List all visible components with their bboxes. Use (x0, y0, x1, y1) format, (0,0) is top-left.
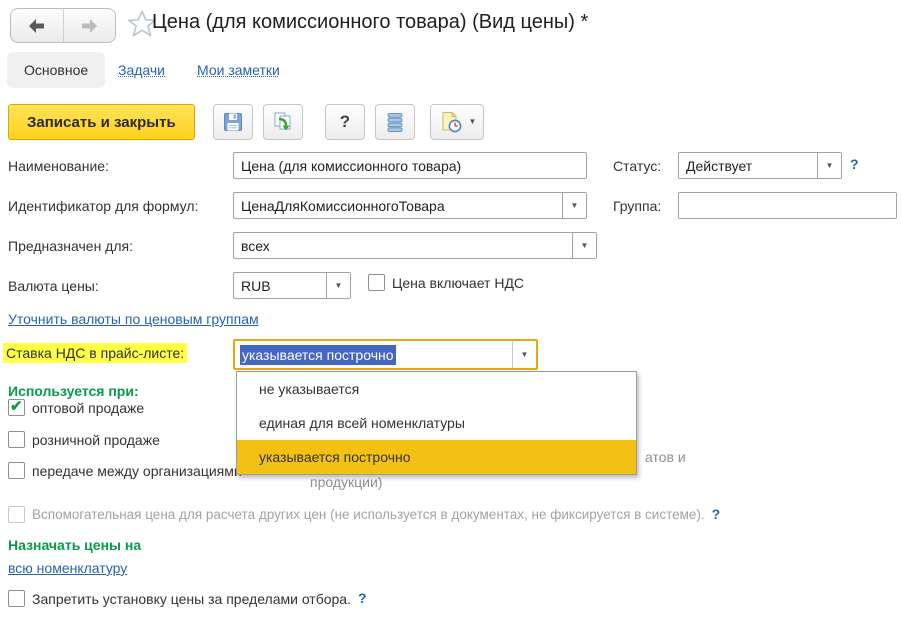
restrict-price-checkbox[interactable] (8, 590, 25, 607)
status-value: Действует (679, 158, 817, 174)
transfer-checkbox[interactable] (8, 462, 25, 479)
vat-rate-dropdown-button[interactable]: ▼ (512, 341, 536, 368)
chevron-down-icon: ▼ (571, 202, 579, 210)
chevron-down-icon: ▼ (335, 282, 343, 290)
history-icon (438, 110, 464, 134)
dropdown-option[interactable]: не указывается (237, 372, 636, 406)
refine-currencies-link[interactable]: Уточнить валюты по ценовым группам (8, 311, 259, 327)
transfer-label: передаче между организациями (32, 463, 242, 479)
wholesale-checkbox[interactable] (8, 399, 25, 416)
page-title: Цена (для комиссионного товара) (Вид цен… (152, 11, 588, 34)
document-arrow-icon (271, 110, 295, 134)
used-for-item-retail: розничной продаже (8, 431, 160, 448)
status-select[interactable]: Действует ▼ (678, 152, 842, 179)
currency-select[interactable]: RUB ▼ (233, 272, 351, 299)
intended-for-dropdown-button[interactable]: ▼ (572, 233, 596, 258)
group-label: Группа: (613, 198, 661, 214)
dropdown-option[interactable]: единая для всей номенклатуры (237, 406, 636, 440)
vat-included-row: Цена включает НДС (368, 274, 524, 291)
save-icon (221, 110, 245, 134)
back-arrow-icon (27, 19, 47, 33)
registers-button[interactable] (375, 104, 415, 140)
currency-dropdown-button[interactable]: ▼ (326, 273, 350, 298)
nav-button-group (10, 8, 116, 43)
identifier-value: ЦенаДляКомиссионногоТовара (234, 198, 562, 214)
wholesale-label: оптовой продаже (32, 400, 144, 416)
save-button[interactable] (213, 104, 253, 140)
tab-tasks[interactable]: Задачи (118, 62, 165, 78)
vat-rate-select[interactable]: указывается построчно ▼ (233, 339, 538, 370)
chevron-down-icon: ▼ (581, 242, 589, 250)
used-for-heading: Используется при: (8, 383, 139, 399)
auxiliary-price-checkbox[interactable] (8, 506, 25, 523)
forward-button[interactable] (64, 9, 116, 42)
auxiliary-price-label: Вспомогательная цена для расчета других … (32, 507, 705, 522)
tab-my-notes[interactable]: Мои заметки (197, 62, 280, 78)
forward-arrow-icon (79, 19, 99, 33)
name-label: Наименование: (8, 158, 109, 174)
chevron-down-icon: ▼ (826, 162, 834, 170)
restrict-price-row: Запретить установку цены за пределами от… (8, 590, 367, 607)
vat-included-checkbox[interactable] (368, 274, 385, 291)
currency-label: Валюта цены: (8, 278, 99, 294)
identifier-label: Идентификатор для формул: (8, 198, 198, 214)
auxiliary-price-row: Вспомогательная цена для расчета других … (8, 506, 720, 523)
used-for-item-wholesale: оптовой продаже (8, 399, 144, 416)
intended-for-label: Предназначен для: (8, 238, 133, 254)
restrict-price-label: Запретить установку цены за пределами от… (32, 591, 351, 607)
status-help-link[interactable]: ? (850, 156, 859, 172)
intended-for-value: всех (234, 238, 572, 254)
status-label: Статус: (613, 158, 661, 174)
price-kind-form-window: Цена (для комиссионного товара) (Вид цен… (0, 0, 901, 622)
identifier-dropdown-button[interactable]: ▼ (562, 193, 586, 218)
identifier-input[interactable]: ЦенаДляКомиссионногоТовара ▼ (233, 192, 587, 219)
name-input[interactable]: Цена (для комиссионного товара) (233, 152, 587, 179)
dropdown-option[interactable]: указывается построчно (237, 440, 636, 474)
vat-included-label: Цена включает НДС (392, 275, 524, 291)
post-document-button[interactable] (263, 104, 303, 140)
currency-value: RUB (234, 278, 326, 294)
back-button[interactable] (11, 9, 64, 42)
all-nomenclature-link[interactable]: всю номенклатуру (8, 560, 127, 576)
tab-main[interactable]: Основное (7, 52, 105, 88)
intended-for-select[interactable]: всех ▼ (233, 232, 597, 259)
help-icon: ? (340, 112, 350, 132)
retail-label: розничной продаже (32, 432, 160, 448)
stack-icon (383, 110, 407, 134)
group-input[interactable] (678, 192, 897, 219)
vat-rate-label: Ставка НДС в прайс-листе: (3, 343, 187, 363)
clipped-text-fragment: продукции) (310, 474, 382, 490)
status-dropdown-button[interactable]: ▼ (817, 153, 841, 178)
history-menu-button[interactable]: ▼ (430, 104, 484, 140)
save-and-close-button[interactable]: Записать и закрыть (8, 104, 195, 140)
restrict-price-help-link[interactable]: ? (358, 590, 367, 606)
clipped-text-fragment: атов и (645, 449, 686, 465)
help-button[interactable]: ? (325, 104, 365, 140)
used-for-item-transfer: передаче между организациями (8, 462, 242, 479)
chevron-down-icon: ▼ (521, 351, 529, 359)
vat-rate-dropdown-list: не указывается единая для всей номенклат… (236, 371, 637, 475)
chevron-down-icon: ▼ (469, 118, 477, 126)
auxiliary-price-help-link[interactable]: ? (712, 506, 721, 522)
retail-checkbox[interactable] (8, 431, 25, 448)
name-value: Цена (для комиссионного товара) (234, 158, 586, 174)
vat-rate-value: указывается построчно (240, 345, 396, 365)
assign-prices-heading: Назначать цены на (8, 537, 141, 553)
